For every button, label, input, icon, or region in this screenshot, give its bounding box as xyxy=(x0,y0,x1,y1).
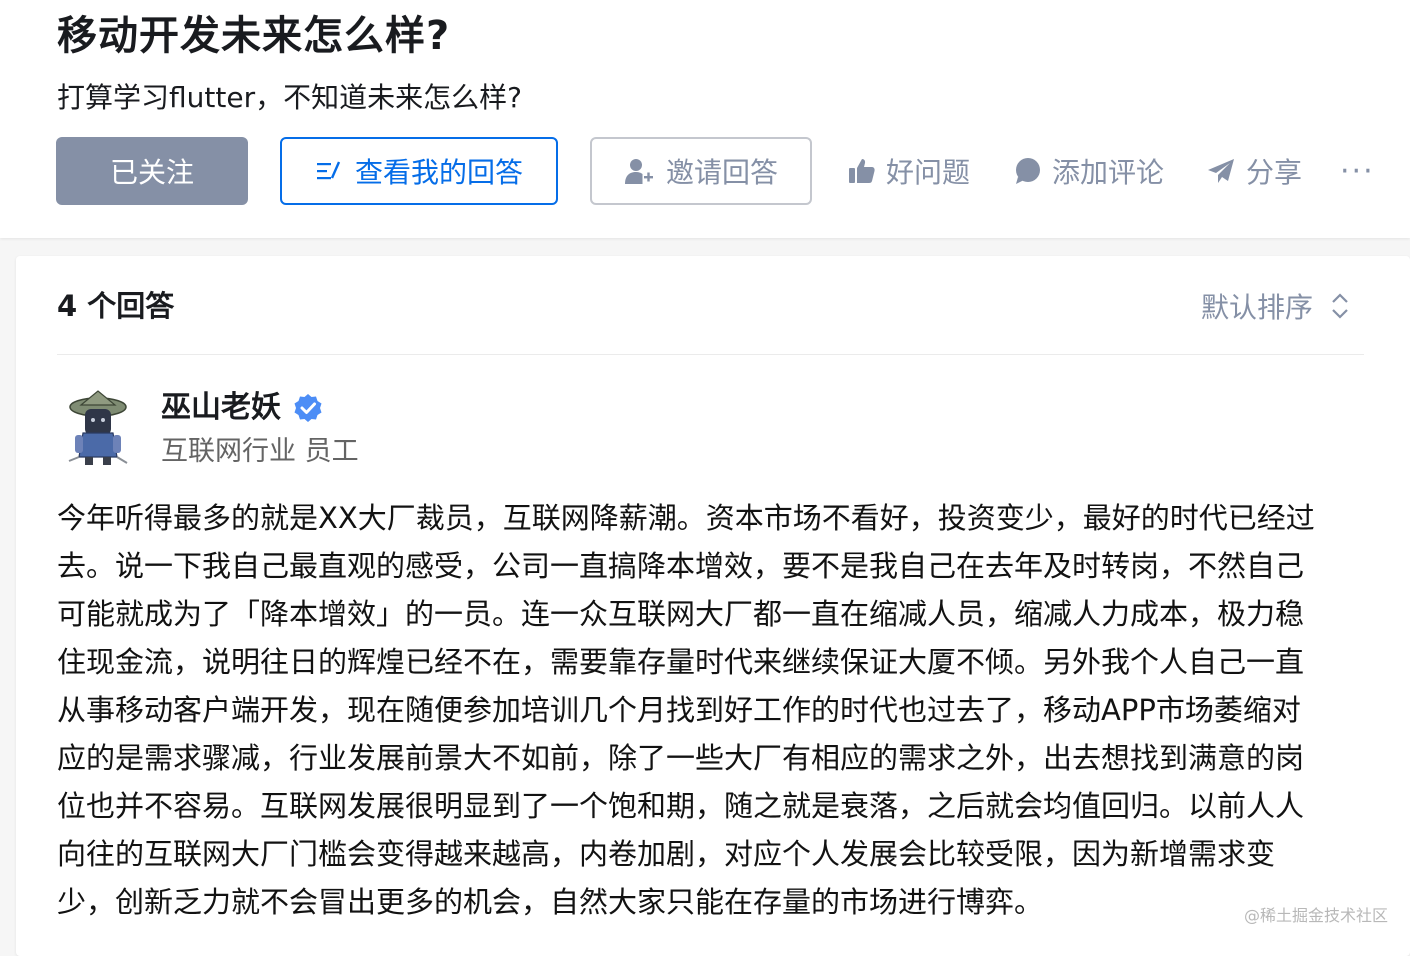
answer-line: 去。说一下我自己最直观的感受，公司一直搞降本增效，要不是我自己在去年及时转岗，不… xyxy=(57,549,1305,583)
followed-button[interactable]: 已关注 xyxy=(56,137,248,205)
question-header: 移动开发未来怎么样? 打算学习flutter，不知道未来怎么样? 已关注 查看我… xyxy=(0,0,1410,238)
author-name[interactable]: 巫山老妖 xyxy=(161,386,323,430)
sort-dropdown[interactable]: 默认排序 xyxy=(1201,284,1349,328)
sort-label: 默认排序 xyxy=(1201,291,1314,324)
answer-line: 今年听得最多的就是XX大厂裁员，互联网降薪潮。资本市场不看好，投资变少，最好的时… xyxy=(57,501,1315,535)
answers-count: 4 个回答 xyxy=(57,289,175,323)
answer-line: 从事移动客户端开发，现在随便参加培训几个月找到好工作的时代也过去了，移动APP市… xyxy=(57,693,1301,727)
view-my-answer-label: 查看我的回答 xyxy=(354,156,523,189)
more-icon: ··· xyxy=(1340,153,1375,189)
author-headline: 互联网行业 员工 xyxy=(161,436,359,467)
share-button[interactable]: 分享 xyxy=(1206,137,1302,205)
add-comment-button[interactable]: 添加评论 xyxy=(1014,137,1164,205)
sort-chevrons-icon xyxy=(1331,291,1349,321)
paper-plane-icon xyxy=(1206,157,1236,185)
answer-line: 可能就成为了「降本增效」的一员。连一众互联网大厂都一直在缩减人员，缩减人力成本，… xyxy=(57,597,1305,631)
answer-line: 应的是需求骤减，行业发展前景大不如前，除了一些大厂有相应的需求之外，出去想找到满… xyxy=(57,741,1305,775)
answer-line: 少，创新乏力就不会冒出更多的机会，自然大家只能在存量的市场进行博弈。 xyxy=(57,885,1044,919)
add-user-icon xyxy=(624,156,654,186)
verified-badge-icon xyxy=(293,393,323,423)
answer-line: 住现金流，说明往日的辉煌已经不在，需要靠存量时代来继续保证大厦不倾。另外我个人自… xyxy=(57,645,1305,679)
good-question-button[interactable]: 好问题 xyxy=(848,137,970,205)
more-button[interactable]: ··· xyxy=(1340,137,1375,205)
invite-answer-label: 邀请回答 xyxy=(665,156,778,189)
author-name-text: 巫山老妖 xyxy=(161,390,281,425)
answers-card: 4 个回答 默认排序 巫山老妖 互联网行业 员工 今年听得最多的就是XX大厂裁员… xyxy=(16,256,1410,956)
answer-content: 今年听得最多的就是XX大厂裁员，互联网降薪潮。资本市场不看好，投资变少，最好的时… xyxy=(57,494,1367,926)
comment-bubble-icon xyxy=(1014,157,1042,185)
answer-line: 位也并不容易。互联网发展很明显到了一个饱和期，随之就是衰落，之后就会均值回归。以… xyxy=(57,789,1305,823)
invite-answer-button[interactable]: 邀请回答 xyxy=(590,137,812,205)
good-question-label: 好问题 xyxy=(886,156,971,189)
question-title[interactable]: 移动开发未来怎么样? xyxy=(57,6,450,66)
view-my-answer-button[interactable]: 查看我的回答 xyxy=(280,137,558,205)
watermark: @稀土掘金技术社区 xyxy=(1244,906,1389,925)
question-detail: 打算学习flutter，不知道未来怎么样? xyxy=(57,81,522,114)
followed-button-label: 已关注 xyxy=(109,156,194,189)
edit-list-icon xyxy=(315,158,343,184)
thumbs-up-icon xyxy=(848,157,876,185)
avatar[interactable] xyxy=(65,387,131,467)
answer-line: 向往的互联网大厂门槛会变得越来越高，内卷加剧，对应个人发展会比较受限，因为新增需… xyxy=(57,837,1276,871)
divider xyxy=(57,354,1364,355)
add-comment-label: 添加评论 xyxy=(1052,156,1165,189)
share-label: 分享 xyxy=(1246,156,1303,189)
